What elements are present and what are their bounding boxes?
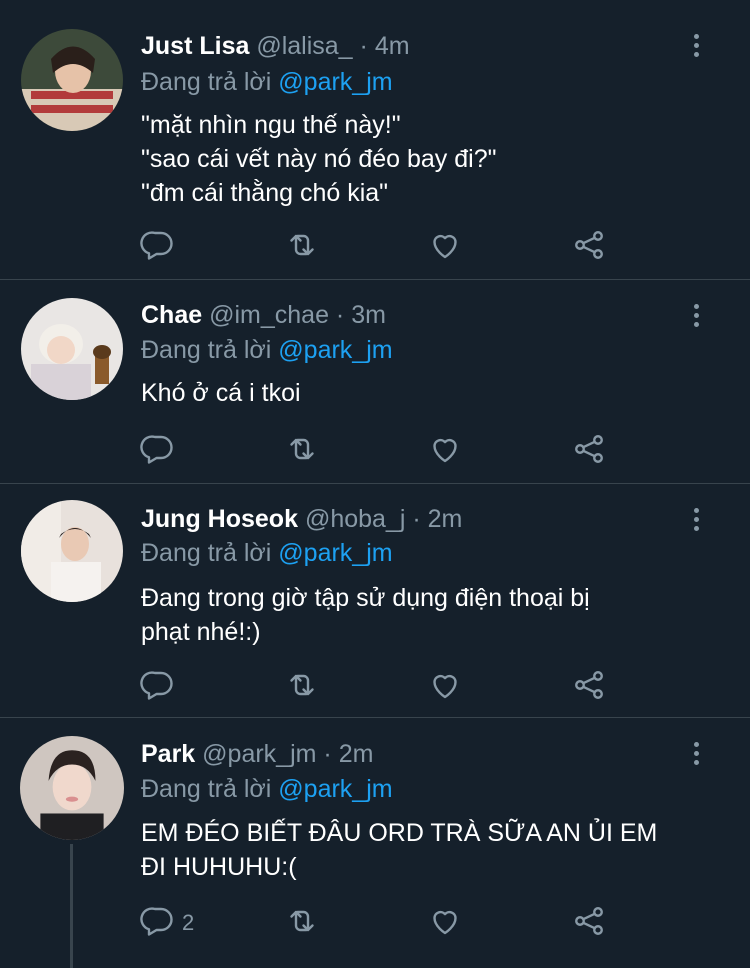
more-icon[interactable] [684,742,708,770]
tweet-line: Đang trong giờ tập sử dụng điện thoại bị [141,584,590,612]
reply-icon[interactable] [140,227,176,263]
retweet-icon[interactable] [284,227,320,263]
tweet-line: EM ĐÉO BIẾT ĐÂU ORD TRÀ SỮA AN ỦI EM [141,819,658,847]
tweet-text: EM ĐÉO BIẾT ĐÂU ORD TRÀ SỮA AN ỦI EM ĐI … [141,816,701,884]
handle[interactable]: @hoba_j [305,505,405,533]
retweet-icon[interactable] [284,903,320,939]
retweet-icon[interactable] [284,431,320,467]
tweet-line: ĐI HUHUHU:( [141,853,297,881]
separator: · [412,505,421,533]
timestamp[interactable]: 3m [351,301,386,329]
tweet-card[interactable]: Jung Hoseok @hoba_j · 2m Đang trả lời @p… [0,484,750,718]
avatar[interactable] [20,736,124,840]
tweet-card[interactable]: Park @park_jm · 2m Đang trả lời @park_jm… [0,718,750,968]
more-icon[interactable] [684,304,708,332]
reply-icon[interactable] [140,667,176,703]
handle[interactable]: @park_jm [202,740,316,768]
reply-mention-link[interactable]: @park_jm [278,539,392,567]
handle[interactable]: @lalisa_ [256,32,352,60]
more-icon[interactable] [684,34,708,62]
timestamp[interactable]: 2m [339,740,374,768]
avatar[interactable] [21,298,123,400]
share-icon[interactable] [571,903,607,939]
reply-icon[interactable] [140,903,176,939]
display-name[interactable]: Jung Hoseok [141,505,298,533]
separator: · [359,32,368,60]
reply-icon[interactable] [140,431,176,467]
like-icon[interactable] [427,667,463,703]
tweet-text: Khó ở cá i tkoi [141,376,701,410]
reply-mention-link[interactable]: @park_jm [278,775,392,803]
share-icon[interactable] [571,227,607,263]
timestamp[interactable]: 4m [375,32,410,60]
more-icon[interactable] [684,508,708,536]
tweet-card[interactable]: Just Lisa @lalisa_ · 4m Đang trả lời @pa… [0,0,750,280]
tweet-text: "mặt nhìn ngu thế này!" "sao cái vết này… [141,108,701,210]
reply-prefix: Đang trả lời [141,336,272,364]
separator: · [323,740,332,768]
like-icon[interactable] [427,431,463,467]
tweet-card[interactable]: Chae @im_chae · 3m Đang trả lời @park_jm… [0,280,750,484]
reply-prefix: Đang trả lời [141,539,272,567]
reply-count: 2 [182,910,195,935]
retweet-icon[interactable] [284,667,320,703]
thread-line [70,844,73,968]
avatar[interactable] [21,500,123,602]
reply-prefix: Đang trả lời [141,775,272,803]
reply-context: Đang trả lời @park_jm [141,774,393,804]
handle[interactable]: @im_chae [209,301,329,329]
like-icon[interactable] [427,227,463,263]
reply-prefix: Đang trả lời [141,68,272,96]
share-icon[interactable] [571,431,607,467]
timestamp[interactable]: 2m [428,505,463,533]
display-name[interactable]: Just Lisa [141,32,249,60]
tweet-line: "mặt nhìn ngu thế này!" [141,111,401,139]
share-icon[interactable] [571,667,607,703]
reply-mention-link[interactable]: @park_jm [278,336,392,364]
reply-context: Đang trả lời @park_jm [141,335,393,365]
display-name[interactable]: Park [141,740,195,768]
reply-mention-link[interactable]: @park_jm [278,68,392,96]
tweet-line: Khó ở cá i tkoi [141,379,301,407]
reply-context: Đang trả lời @park_jm [141,67,393,97]
separator: · [335,301,345,329]
like-icon[interactable] [427,903,463,939]
tweet-text: Đang trong giờ tập sử dụng điện thoại bị… [141,581,701,649]
avatar[interactable] [21,29,123,131]
display-name[interactable]: Chae [141,301,202,329]
reply-context: Đang trả lời @park_jm [141,538,393,568]
tweet-line: phạt nhé!:) [141,618,261,646]
tweet-line: "sao cái vết này nó đéo bay đi?" [141,145,497,173]
tweet-line: "đm cái thằng chó kia" [141,179,389,207]
